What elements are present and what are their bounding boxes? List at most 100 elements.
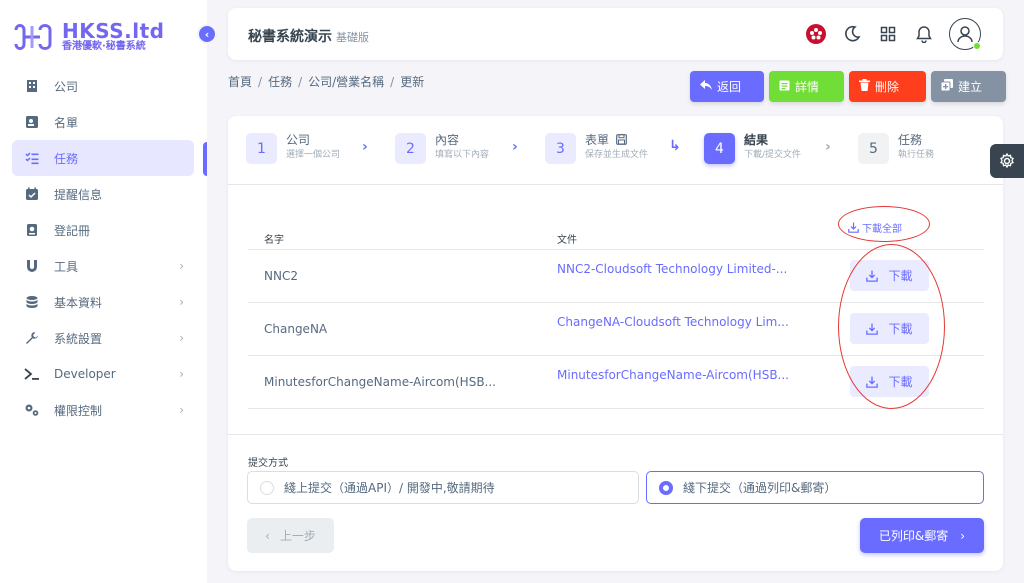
chevron-right-icon: › bbox=[179, 259, 184, 273]
chevron-right-icon: › bbox=[179, 367, 184, 381]
chevron-right-icon: › bbox=[179, 295, 184, 309]
action-toolbar: 返回 詳情 刪除 建立 bbox=[690, 71, 1006, 102]
step-result[interactable]: 4 結果 下載/提交文件 bbox=[704, 133, 801, 164]
online-status-dot bbox=[973, 42, 981, 50]
sidebar-item-tools[interactable]: 工具 › bbox=[12, 248, 194, 284]
sidebar-menu: 公司 名單 任務 提醒信息 登記冊 工具 › 基本資料 › 系統設置 › Dev… bbox=[12, 68, 194, 428]
sidebar-item-label: 權限控制 bbox=[54, 403, 103, 418]
step-title: 內容 bbox=[435, 133, 460, 147]
grid-apps-icon[interactable] bbox=[877, 23, 899, 45]
sidebar-item-company[interactable]: 公司 bbox=[12, 68, 194, 104]
submit-option-online[interactable]: 綫上提交（通過API）/ 開發中,敬請期待 bbox=[247, 471, 639, 504]
step-form[interactable]: 3 表單 保存並生成文件 bbox=[545, 133, 648, 164]
step-number: 2 bbox=[395, 133, 426, 164]
sidebar-item-label: 系統設置 bbox=[54, 331, 103, 346]
user-avatar[interactable] bbox=[949, 18, 981, 50]
copy-plus-icon bbox=[940, 79, 953, 94]
wrench-icon bbox=[24, 330, 40, 346]
step-task[interactable]: 5 任務 執行任務 bbox=[858, 133, 934, 164]
download-all-link[interactable]: 下載全部 bbox=[848, 220, 902, 235]
moon-icon[interactable] bbox=[841, 23, 863, 45]
previous-step-button[interactable]: ‹ 上一步 bbox=[247, 518, 334, 553]
printed-mailed-button[interactable]: 已列印&郵寄 › bbox=[860, 518, 984, 553]
download-all-label: 下載全部 bbox=[862, 224, 902, 235]
settings-customizer-button[interactable] bbox=[990, 144, 1024, 178]
sidebar-item-label: 工具 bbox=[54, 259, 79, 274]
download-button[interactable]: 下載 bbox=[850, 260, 929, 291]
sidebar-item-reminders[interactable]: 提醒信息 bbox=[12, 176, 194, 212]
chevron-right-icon: › bbox=[825, 139, 831, 155]
bell-icon[interactable] bbox=[913, 23, 935, 45]
radio-button-selected[interactable] bbox=[659, 480, 673, 495]
delete-button[interactable]: 刪除 bbox=[849, 71, 926, 102]
hong-kong-flag-icon[interactable] bbox=[805, 23, 827, 45]
stepper: 1 公司 選擇一個公司 › 2 內容 填寫以下內容 › 3 表單 保存並生成文件 bbox=[228, 116, 1003, 185]
save-icon bbox=[615, 134, 627, 145]
contact-card-icon bbox=[24, 114, 40, 130]
chevron-left-icon: ‹ bbox=[265, 528, 270, 543]
sidebar-item-system-settings[interactable]: 系統設置 › bbox=[12, 320, 194, 356]
detail-button[interactable]: 詳情 bbox=[769, 71, 844, 102]
step-subtitle: 下載/提交文件 bbox=[744, 150, 802, 160]
row-name: ChangeNA bbox=[264, 322, 328, 336]
table-row: MinutesforChangeName-Aircom(HSB... Minut… bbox=[248, 356, 984, 409]
printed-mailed-label: 已列印&郵寄 bbox=[878, 529, 949, 543]
register-book-icon bbox=[24, 222, 40, 238]
step-subtitle: 執行任務 bbox=[898, 150, 935, 160]
gear-icon bbox=[1000, 153, 1014, 169]
breadcrumb-company[interactable]: 公司/營業名稱 bbox=[308, 75, 384, 89]
download-button-label: 下載 bbox=[888, 269, 913, 283]
task-list-icon bbox=[24, 150, 40, 166]
option-label: 綫下提交（通過列印&郵寄） bbox=[683, 481, 837, 495]
sidebar-item-label: 任務 bbox=[54, 151, 79, 166]
sidebar-item-basic-data[interactable]: 基本資料 › bbox=[12, 284, 194, 320]
create-button[interactable]: 建立 bbox=[931, 71, 1006, 102]
sidebar-item-label: 提醒信息 bbox=[54, 187, 103, 202]
download-icon bbox=[866, 376, 879, 388]
option-label: 綫上提交（通過API）/ 開發中,敬請期待 bbox=[284, 481, 495, 495]
step-number: 4 bbox=[704, 133, 735, 164]
sidebar-item-register[interactable]: 登記冊 bbox=[12, 212, 194, 248]
sidebar-item-label: 公司 bbox=[54, 79, 79, 94]
create-button-label: 建立 bbox=[958, 80, 983, 94]
step-subtitle: 選擇一個公司 bbox=[286, 150, 341, 160]
step-title: 表單 bbox=[585, 133, 648, 148]
brand-logo[interactable]: HKSS.ltd 香港優軟·秘書系統 bbox=[10, 20, 164, 54]
sidebar-item-list[interactable]: 名單 bbox=[12, 104, 194, 140]
radio-button[interactable] bbox=[260, 480, 274, 495]
collapse-sidebar-button[interactable]: ‹ bbox=[197, 24, 217, 44]
step-number: 5 bbox=[858, 133, 889, 164]
column-header-file: 文件 bbox=[557, 235, 577, 246]
user-icon bbox=[957, 26, 973, 43]
step-subtitle: 填寫以下內容 bbox=[435, 150, 490, 160]
sidebar-item-permissions[interactable]: 權限控制 › bbox=[12, 392, 194, 428]
download-icon bbox=[866, 270, 879, 282]
sidebar-item-tasks[interactable]: 任務 bbox=[12, 140, 194, 176]
row-file-link[interactable]: NNC2-Cloudsoft Technology Limited-... bbox=[557, 262, 787, 276]
row-file-link[interactable]: ChangeNA-Cloudsoft Technology Lim... bbox=[557, 315, 789, 329]
detail-button-label: 詳情 bbox=[795, 80, 820, 94]
step-content[interactable]: 2 內容 填寫以下內容 bbox=[395, 133, 489, 164]
sidebar: HKSS.ltd 香港優軟·秘書系統 公司 名單 任務 提醒信息 登記冊 工具 … bbox=[0, 0, 207, 583]
breadcrumb-tasks[interactable]: 任務 bbox=[268, 75, 292, 89]
table-row: NNC2 NNC2-Cloudsoft Technology Limited-.… bbox=[248, 250, 984, 303]
step-subtitle: 保存並生成文件 bbox=[585, 150, 649, 160]
sidebar-item-developer[interactable]: Developer › bbox=[12, 356, 194, 392]
sidebar-item-label: 名單 bbox=[54, 115, 79, 130]
step-title: 任務 bbox=[898, 133, 923, 147]
back-button-label: 返回 bbox=[717, 80, 742, 94]
table-row: ChangeNA ChangeNA-Cloudsoft Technology L… bbox=[248, 303, 984, 356]
download-button-label: 下載 bbox=[888, 375, 913, 389]
arrow-down-right-icon: ↳ bbox=[669, 138, 681, 154]
chevron-right-icon: › bbox=[362, 139, 368, 155]
download-button[interactable]: 下載 bbox=[850, 313, 929, 344]
back-button[interactable]: 返回 bbox=[690, 71, 764, 102]
submit-option-offline[interactable]: 綫下提交（通過列印&郵寄） bbox=[646, 471, 984, 504]
step-company[interactable]: 1 公司 選擇一個公司 bbox=[246, 133, 340, 164]
breadcrumb-home[interactable]: 首頁 bbox=[228, 75, 252, 89]
row-file-link[interactable]: MinutesforChangeName-Aircom(HSB... bbox=[557, 368, 789, 382]
download-button[interactable]: 下載 bbox=[850, 366, 929, 397]
step-title: 結果 bbox=[744, 133, 769, 147]
download-icon bbox=[866, 323, 879, 335]
sidebar-item-label: Developer bbox=[54, 367, 116, 381]
